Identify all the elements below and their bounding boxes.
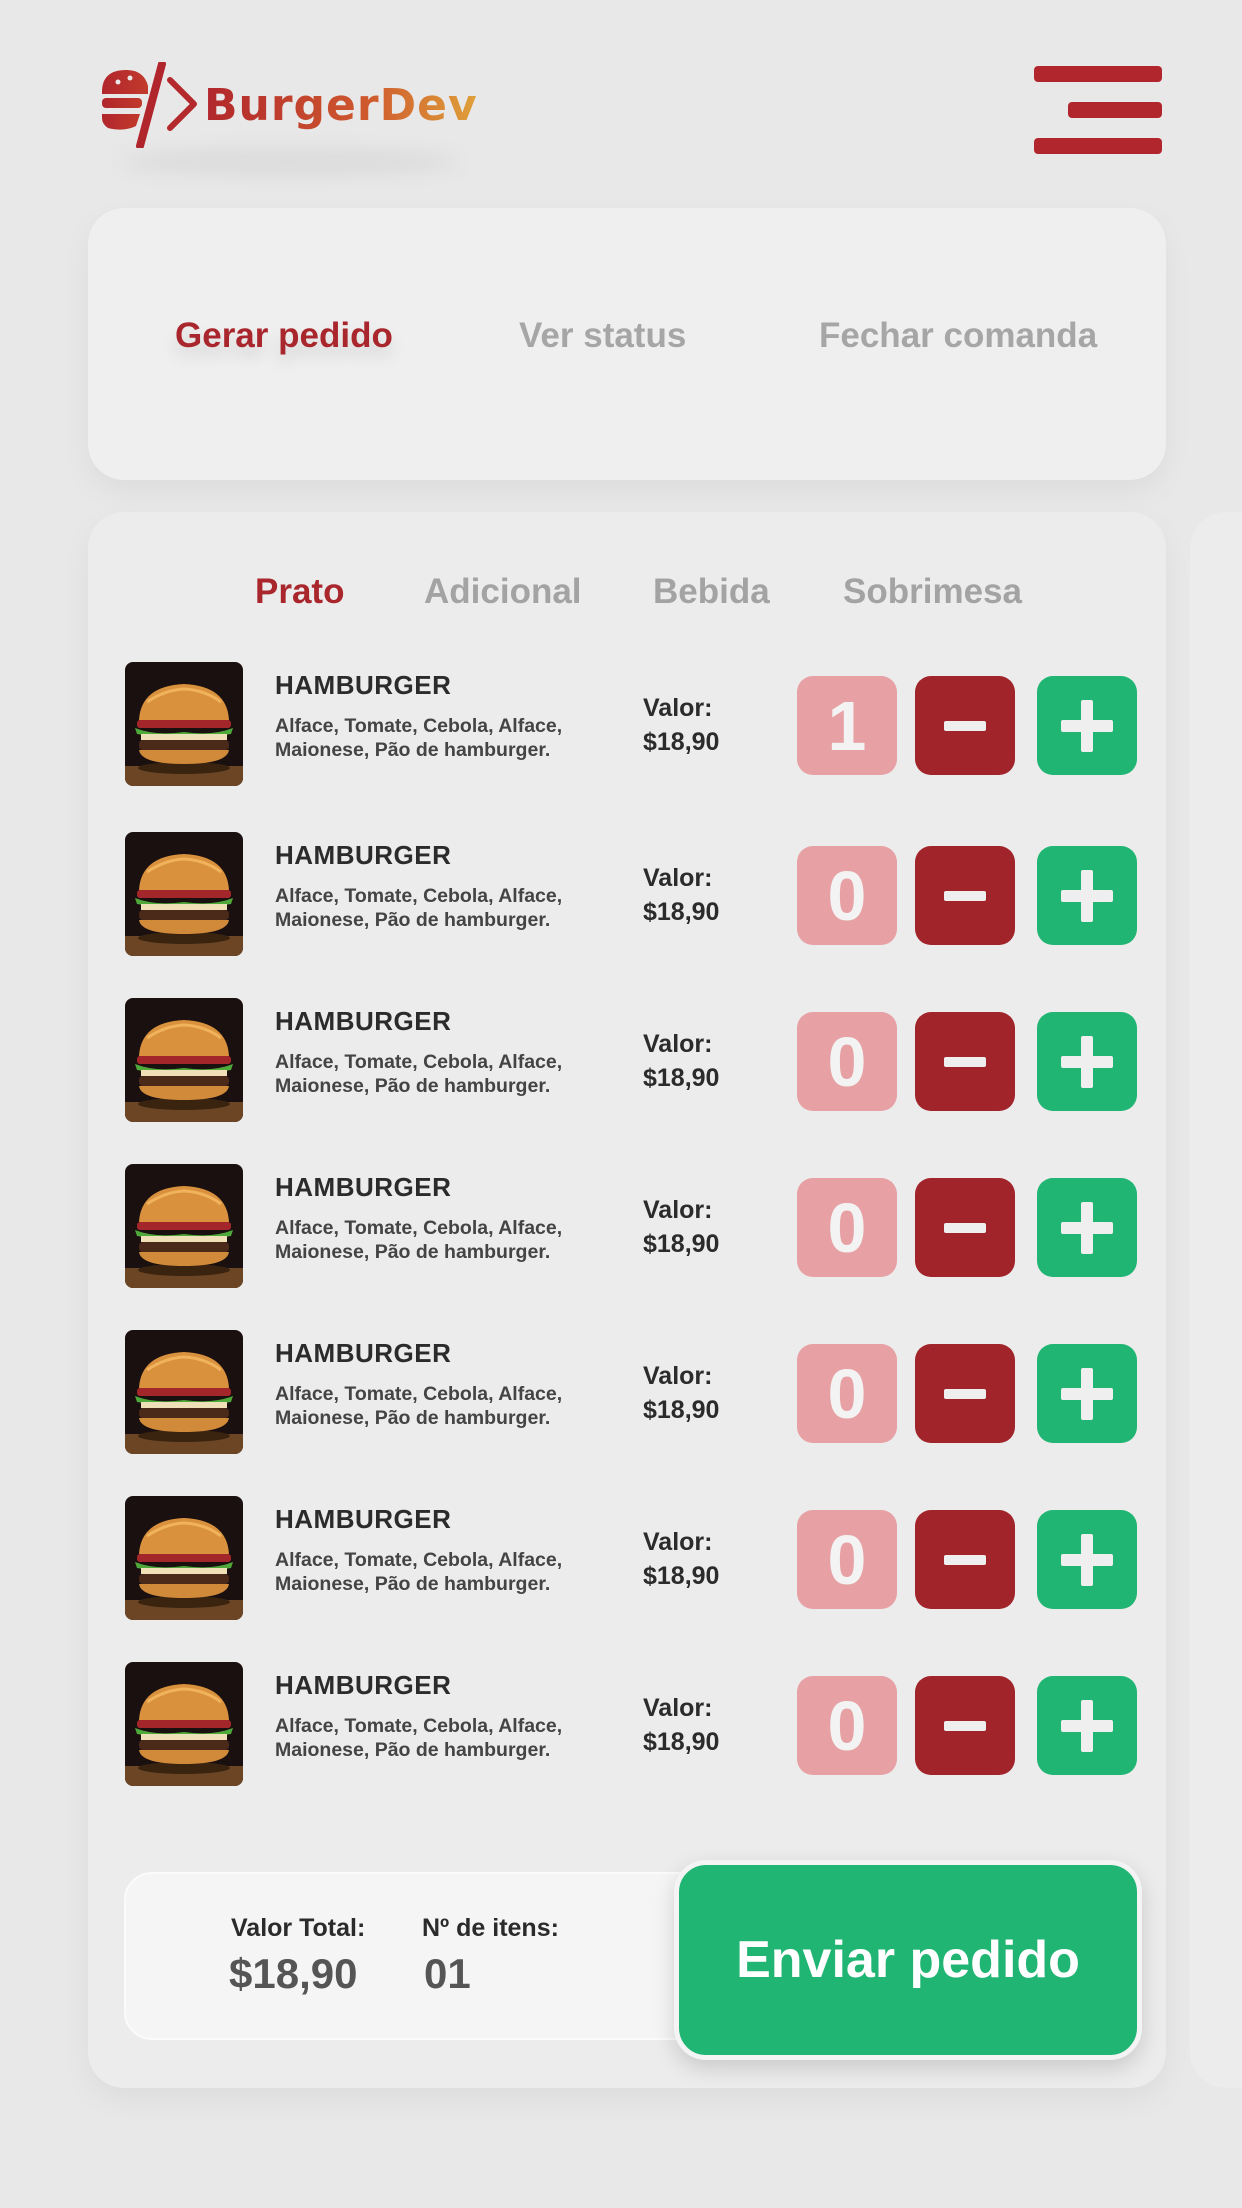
item-description: Alface, Tomate, Cebola, Alface, Maionese…	[275, 1217, 563, 1263]
price-label: Valor:	[643, 1030, 713, 1058]
price-label: Valor:	[643, 1196, 713, 1224]
brand-logo[interactable]: BurgerDev	[100, 62, 478, 148]
plus-icon	[1061, 1533, 1113, 1586]
price-value: $18,90	[643, 1728, 720, 1756]
minus-icon	[944, 1720, 986, 1731]
list-item: HAMBURGER Alface, Tomate, Cebola, Alface…	[125, 662, 1145, 786]
price-label: Valor:	[643, 864, 713, 892]
increase-button[interactable]	[1037, 846, 1137, 945]
price-value: $18,90	[643, 1562, 720, 1590]
total-value: $18,90	[229, 1950, 358, 1997]
burger-photo	[125, 1330, 243, 1454]
minus-icon	[944, 1554, 986, 1565]
plus-icon	[1061, 869, 1113, 922]
minus-icon	[944, 1388, 986, 1399]
increase-button[interactable]	[1037, 676, 1137, 775]
burger-photo	[125, 1496, 243, 1620]
order-summary: Valor Total: $18,90 Nº de itens: 01	[124, 1872, 744, 2040]
burger-photo	[125, 832, 243, 956]
price-value: $18,90	[643, 728, 720, 756]
decrease-button[interactable]	[915, 676, 1015, 775]
item-name: HAMBURGER	[275, 1172, 452, 1202]
item-name: HAMBURGER	[275, 840, 452, 870]
price-value: $18,90	[643, 898, 720, 926]
main-nav: Gerar pedido Ver status Fechar comanda	[88, 208, 1166, 480]
item-description: Alface, Tomate, Cebola, Alface, Maionese…	[275, 715, 563, 761]
nav-fechar-comanda[interactable]: Fechar comanda	[819, 316, 1097, 356]
price-label: Valor:	[643, 1528, 713, 1556]
decrease-button[interactable]	[915, 1676, 1015, 1775]
quantity-display: 0	[797, 1676, 897, 1775]
price-value: $18,90	[643, 1064, 720, 1092]
increase-button[interactable]	[1037, 1510, 1137, 1609]
list-item: HAMBURGER Alface, Tomate, Cebola, Alface…	[125, 1662, 1145, 1786]
burger-photo	[125, 1164, 243, 1288]
increase-button[interactable]	[1037, 1344, 1137, 1443]
item-name: HAMBURGER	[275, 1338, 452, 1368]
hamburger-menu-icon[interactable]	[1034, 66, 1162, 154]
burger-photo	[125, 998, 243, 1122]
decrease-button[interactable]	[915, 1012, 1015, 1111]
item-description: Alface, Tomate, Cebola, Alface, Maionese…	[275, 1715, 563, 1761]
item-name: HAMBURGER	[275, 1006, 452, 1036]
list-item: HAMBURGER Alface, Tomate, Cebola, Alface…	[125, 1496, 1145, 1620]
tab-prato[interactable]: Prato	[255, 572, 344, 612]
list-item: HAMBURGER Alface, Tomate, Cebola, Alface…	[125, 832, 1145, 956]
item-name: HAMBURGER	[275, 670, 452, 700]
item-description: Alface, Tomate, Cebola, Alface, Maionese…	[275, 885, 563, 931]
increase-button[interactable]	[1037, 1676, 1137, 1775]
price-label: Valor:	[643, 1362, 713, 1390]
decrease-button[interactable]	[915, 1178, 1015, 1277]
menu-panel: Prato Adicional Bebida Sobrimesa HAMBURG…	[88, 512, 1166, 2088]
list-item: HAMBURGER Alface, Tomate, Cebola, Alface…	[125, 1330, 1145, 1454]
tab-adicional[interactable]: Adicional	[424, 572, 582, 612]
decrease-button[interactable]	[915, 846, 1015, 945]
list-item: HAMBURGER Alface, Tomate, Cebola, Alface…	[125, 1164, 1145, 1288]
plus-icon	[1061, 1699, 1113, 1752]
item-description: Alface, Tomate, Cebola, Alface, Maionese…	[275, 1383, 563, 1429]
quantity-display: 1	[797, 676, 897, 775]
plus-icon	[1061, 699, 1113, 752]
plus-icon	[1061, 1035, 1113, 1088]
item-description: Alface, Tomate, Cebola, Alface, Maionese…	[275, 1051, 563, 1097]
minus-icon	[944, 890, 986, 901]
item-name: HAMBURGER	[275, 1670, 452, 1700]
tab-sobremesa[interactable]: Sobrimesa	[843, 572, 1022, 612]
next-panel-peek	[1190, 512, 1242, 2088]
burger-code-logo-icon	[102, 62, 197, 148]
price-value: $18,90	[643, 1396, 720, 1424]
price-value: $18,90	[643, 1230, 720, 1258]
nav-ver-status[interactable]: Ver status	[519, 316, 686, 356]
minus-icon	[944, 720, 986, 731]
item-name: HAMBURGER	[275, 1504, 452, 1534]
total-label: Valor Total:	[231, 1914, 366, 1942]
count-value: 01	[424, 1950, 471, 1997]
burger-photo	[125, 662, 243, 786]
quantity-display: 0	[797, 1012, 897, 1111]
quantity-display: 0	[797, 1510, 897, 1609]
count-label: Nº de itens:	[422, 1914, 559, 1942]
quantity-display: 0	[797, 1178, 897, 1277]
tab-bebida[interactable]: Bebida	[653, 572, 770, 612]
quantity-display: 0	[797, 846, 897, 945]
price-label: Valor:	[643, 1694, 713, 1722]
plus-icon	[1061, 1201, 1113, 1254]
price-label: Valor:	[643, 694, 713, 722]
decrease-button[interactable]	[915, 1344, 1015, 1443]
plus-icon	[1061, 1367, 1113, 1420]
increase-button[interactable]	[1037, 1178, 1137, 1277]
send-order-button[interactable]: Enviar pedido	[674, 1860, 1142, 2060]
minus-icon	[944, 1056, 986, 1067]
quantity-display: 0	[797, 1344, 897, 1443]
minus-icon	[944, 1222, 986, 1233]
burger-photo	[125, 1662, 243, 1786]
decrease-button[interactable]	[915, 1510, 1015, 1609]
item-description: Alface, Tomate, Cebola, Alface, Maionese…	[275, 1549, 563, 1595]
increase-button[interactable]	[1037, 1012, 1137, 1111]
list-item: HAMBURGER Alface, Tomate, Cebola, Alface…	[125, 998, 1145, 1122]
brand-name: BurgerDev	[204, 79, 478, 131]
nav-gerar-pedido[interactable]: Gerar pedido	[175, 316, 393, 356]
logo-shadow	[120, 150, 460, 174]
